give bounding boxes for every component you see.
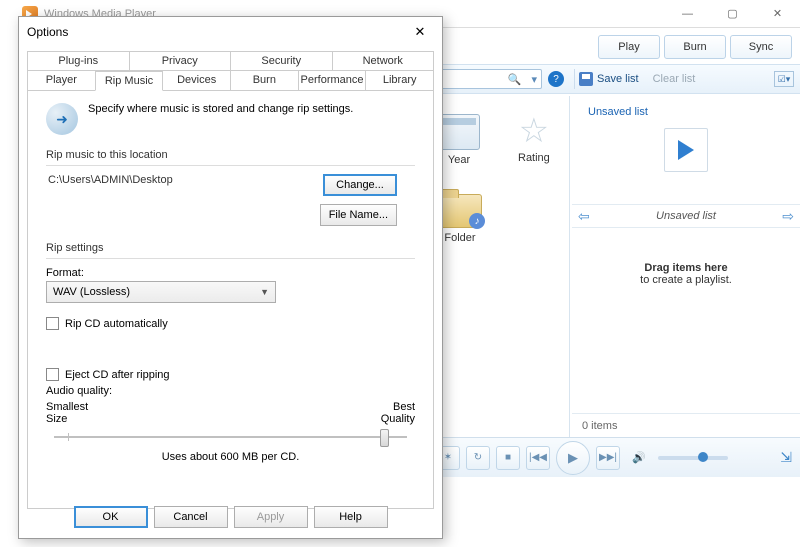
folder-icon: ♪ [438,194,482,228]
tab-player[interactable]: Player [27,70,96,90]
cd-icon: ➜ [46,103,78,135]
search-input[interactable]: 🔍 ▾ [432,69,542,89]
checkbox-icon [46,368,59,381]
group-year-label: Year [448,154,470,166]
tab-row-1: Plug-ins Privacy Security Network [27,51,434,71]
library-toolbar: 🔍 ▾ ? Save list Clear list ☑▾ [428,64,800,94]
tab-performance[interactable]: Performance [298,70,367,90]
apply-button[interactable]: Apply [234,506,308,528]
dialog-close-button[interactable]: ✕ [406,21,434,43]
eject-label: Eject CD after ripping [65,369,170,381]
next-arrow-icon[interactable]: ⇨ [782,208,794,225]
dialog-title: Options [27,25,68,39]
cancel-button[interactable]: Cancel [154,506,228,528]
playlist-nav: ⇦ Unsaved list ⇨ [572,204,800,228]
file-name-button[interactable]: File Name... [320,204,397,226]
group-folder[interactable]: ♪ Folder [438,194,482,244]
usage-text: Uses about 600 MB per CD. [46,451,415,463]
panel-description: Specify where music is stored and change… [88,103,353,115]
audio-quality-slider[interactable] [54,427,407,447]
view-toggle-button[interactable]: ⇲ [780,449,792,466]
slider-thumb[interactable] [380,429,389,447]
next-button[interactable]: ▶▶| [596,446,620,470]
music-badge-icon: ♪ [469,213,485,229]
format-label: Format: [46,267,415,279]
search-icon: 🔍 [502,73,528,86]
group-year[interactable]: Year [438,114,480,166]
playlist-panel: Unsaved list ⇦ Unsaved list ⇨ Drag items… [572,96,800,437]
save-icon [579,72,593,86]
divider [574,69,575,89]
rip-music-panel: ➜ Specify where music is stored and chan… [27,91,434,509]
volume-thumb[interactable] [698,452,708,462]
group-location-label: Rip music to this location [46,149,415,161]
clear-list-button[interactable]: Clear list [653,73,696,85]
tab-row-2: Player Rip Music Devices Burn Performanc… [27,70,434,91]
library-view: Year ☆ Rating ♪ Folder [428,96,570,437]
ok-button[interactable]: OK [74,506,148,528]
prev-button[interactable]: |◀◀ [526,446,550,470]
drop-subtitle: to create a playlist. [640,274,732,286]
quality-max-label: Best Quality [381,401,415,425]
group-folder-label: Folder [444,232,475,244]
tab-sync[interactable]: Sync [730,35,792,59]
close-button[interactable]: ✕ [755,0,800,28]
group-rating-label: Rating [518,152,550,164]
list-options-button[interactable]: ☑▾ [774,71,794,87]
format-value: WAV (Lossless) [53,286,130,298]
rip-auto-label: Rip CD automatically [65,318,168,330]
repeat-button[interactable]: ↻ [466,446,490,470]
help-icon[interactable]: ? [548,71,564,87]
tab-devices[interactable]: Devices [162,70,231,90]
options-dialog: Options ✕ Plug-ins Privacy Security Netw… [18,16,443,539]
calendar-icon [438,114,480,150]
mode-tabs: Play Burn Sync [428,32,800,62]
chevron-down-icon: ▼ [260,287,269,297]
playlist-drop-zone[interactable]: Drag items here to create a playlist. [572,228,800,320]
change-button[interactable]: Change... [323,174,397,196]
star-icon: ☆ [519,114,549,148]
volume-icon[interactable]: 🔊 [632,451,646,464]
group-settings-label: Rip settings [46,242,415,254]
playlist-footer: 0 items [572,413,800,437]
quality-min-label: Smallest Size [46,401,88,425]
tab-library[interactable]: Library [365,70,434,90]
save-list-button[interactable]: Save list [579,72,639,86]
play-button[interactable]: ▶ [556,441,590,475]
player-controls: ✶ ↻ ■ |◀◀ ▶ ▶▶| 🔊 ⇲ [428,437,800,477]
prev-arrow-icon[interactable]: ⇦ [578,208,590,225]
arrow-icon: ➜ [56,111,68,128]
options-tabs: Plug-ins Privacy Security Network Player… [19,47,442,91]
playlist-title-link[interactable]: Unsaved list [588,106,648,118]
dialog-titlebar: Options ✕ [19,17,442,47]
rip-auto-checkbox[interactable]: Rip CD automatically [46,317,415,330]
stop-button[interactable]: ■ [496,446,520,470]
tab-network[interactable]: Network [332,51,435,70]
save-list-label: Save list [597,73,639,85]
tab-burn[interactable]: Burn [230,70,299,90]
tab-play[interactable]: Play [598,35,660,59]
window-controls: — ▢ ✕ [665,0,800,28]
minimize-button[interactable]: — [665,0,710,28]
dialog-buttons: OK Cancel Apply Help [19,506,442,528]
tab-privacy[interactable]: Privacy [129,51,232,70]
maximize-button[interactable]: ▢ [710,0,755,28]
tab-plugins[interactable]: Plug-ins [27,51,130,70]
format-select[interactable]: WAV (Lossless) ▼ [46,281,276,303]
volume-slider[interactable] [658,456,728,460]
chevron-down-icon[interactable]: ▾ [527,73,541,86]
tab-burn[interactable]: Burn [664,35,726,59]
audio-quality-label: Audio quality: [46,385,415,397]
group-rating[interactable]: ☆ Rating [518,114,550,166]
playlist-icon [664,128,708,172]
drop-title: Drag items here [644,262,727,274]
play-icon [678,140,694,160]
help-button[interactable]: Help [314,506,388,528]
playlist-nav-title: Unsaved list [656,210,716,222]
tab-rip-music[interactable]: Rip Music [95,71,164,91]
tab-security[interactable]: Security [230,51,333,70]
eject-checkbox[interactable]: Eject CD after ripping [46,368,415,381]
checkbox-icon [46,317,59,330]
